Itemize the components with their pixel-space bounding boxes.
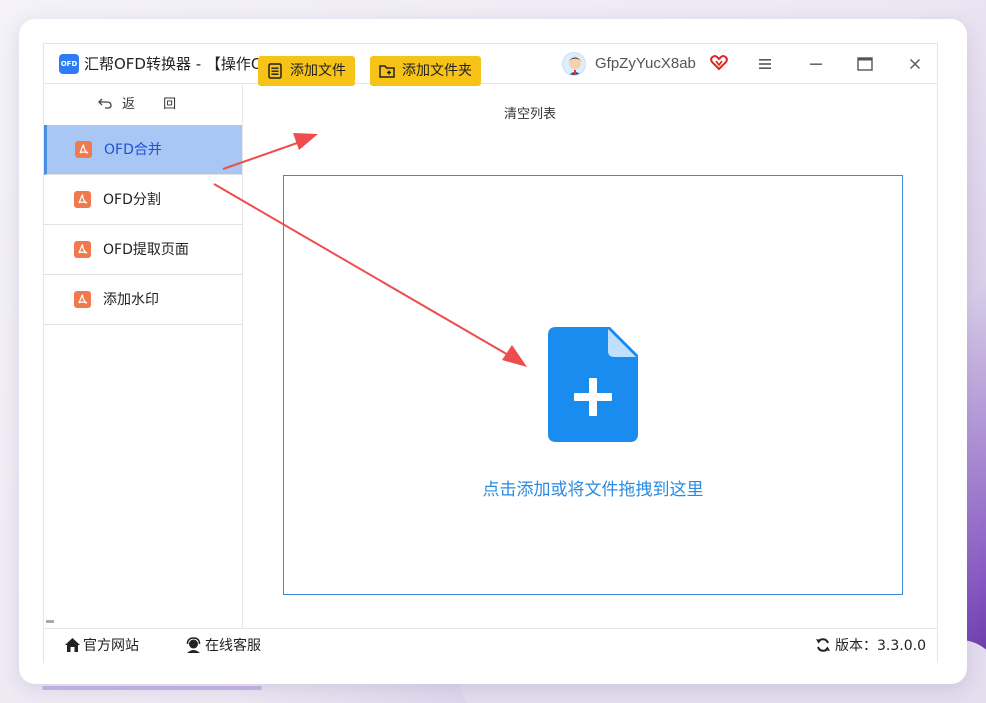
add-file-label: 添加文件 xyxy=(290,63,346,79)
background-bar xyxy=(42,686,262,690)
maximize-icon[interactable] xyxy=(855,54,875,74)
minimize-icon[interactable] xyxy=(806,54,826,74)
pdf-file-icon xyxy=(75,141,92,158)
customer-service-icon xyxy=(186,637,201,653)
folder-add-icon xyxy=(379,65,395,78)
pdf-file-icon xyxy=(74,291,91,308)
add-file-icon xyxy=(548,327,638,442)
version-label: 版本：3.3.0.0 xyxy=(835,638,926,654)
add-folder-button[interactable]: 添加文件夹 xyxy=(370,56,481,86)
close-icon[interactable] xyxy=(905,54,925,74)
sidebar-item-ofd-extract-pages[interactable]: OFD提取页面 xyxy=(44,225,242,275)
sidebar-item-ofd-merge[interactable]: OFD合并 xyxy=(44,125,242,175)
title-bar: OFD 汇帮OFD转换器 - 【操作OFD文件】 GfpZyYucX8ab xyxy=(44,44,937,84)
sidebar-item-label: OFD提取页面 xyxy=(103,242,189,258)
official-website-label: 官方网站 xyxy=(83,638,139,654)
vip-heart-icon[interactable] xyxy=(710,54,728,72)
user-avatar[interactable] xyxy=(562,52,586,76)
resize-grip[interactable] xyxy=(46,620,54,623)
file-drop-zone[interactable]: 点击添加或将文件拖拽到这里 xyxy=(283,175,903,595)
footer: 官方网站 在线客服 版本：3.3.0.0 xyxy=(44,628,937,663)
drop-zone-hint: 点击添加或将文件拖拽到这里 xyxy=(482,480,704,500)
clear-list-button[interactable]: 清空列表 xyxy=(504,106,556,124)
sidebar-item-add-watermark[interactable]: 添加水印 xyxy=(44,275,242,325)
sidebar-item-label: OFD分割 xyxy=(103,192,161,208)
menu-icon[interactable] xyxy=(755,54,775,74)
app-logo-icon: OFD xyxy=(59,54,79,74)
sidebar-item-label: OFD合并 xyxy=(104,142,162,158)
back-arrow-icon xyxy=(97,98,112,109)
refresh-icon xyxy=(816,638,830,652)
back-label: 返 回 xyxy=(122,97,189,112)
back-button[interactable]: 返 回 xyxy=(44,85,242,125)
sidebar-item-label: 添加水印 xyxy=(103,292,159,308)
file-list-icon xyxy=(268,63,282,79)
pdf-file-icon xyxy=(74,191,91,208)
add-folder-label: 添加文件夹 xyxy=(402,63,472,79)
sidebar: 返 回 OFD合并 OFD分割 OFD提取页面 添加水印 xyxy=(44,85,243,628)
online-support-label: 在线客服 xyxy=(205,638,261,654)
sidebar-item-ofd-split[interactable]: OFD分割 xyxy=(44,175,242,225)
username[interactable]: GfpZyYucX8ab xyxy=(595,54,696,74)
pdf-file-icon xyxy=(74,241,91,258)
home-icon xyxy=(65,638,80,652)
add-file-button[interactable]: 添加文件 xyxy=(258,56,355,86)
